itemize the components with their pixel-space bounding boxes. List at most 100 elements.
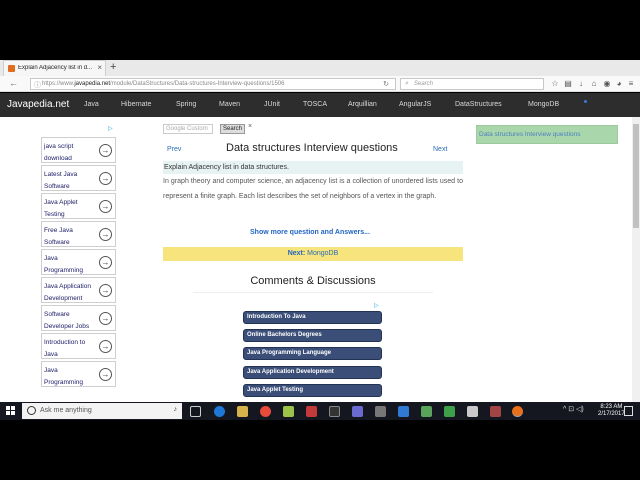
favicon-icon <box>8 65 15 72</box>
arrow-right-icon: → <box>99 256 112 269</box>
arrow-right-icon: → <box>99 340 112 353</box>
library-icon[interactable]: ▤ <box>563 79 573 89</box>
prev-link[interactable]: Prev <box>167 146 181 153</box>
pocket-icon[interactable]: ◉ <box>602 79 612 89</box>
next-topic-bar[interactable]: Next: MongoDB <box>163 247 463 261</box>
tab-close-icon[interactable]: × <box>97 63 102 72</box>
ad-link[interactable]: Introduction to Java → <box>41 333 116 359</box>
ad-pill[interactable]: Java Programming Language <box>243 347 382 360</box>
browser-tab[interactable]: Explain Adjacency list in d... × <box>3 60 106 76</box>
chrome-icon[interactable] <box>260 406 271 417</box>
comments-divider <box>193 292 433 293</box>
firefox-icon[interactable] <box>512 406 523 417</box>
site-logo[interactable]: Javapedia.net <box>7 99 69 110</box>
terminal-icon[interactable] <box>329 406 340 417</box>
sidebar-topic-link[interactable]: Data structures Interview questions <box>476 125 618 144</box>
file-explorer-icon[interactable] <box>237 406 248 417</box>
app-icon[interactable] <box>421 406 432 417</box>
sync-icon[interactable]: ◕ <box>614 79 624 89</box>
app-icon[interactable] <box>467 406 478 417</box>
app-icon[interactable] <box>444 406 455 417</box>
search-clear-icon[interactable]: × <box>248 123 252 130</box>
answer-text: In graph theory and computer science, an… <box>163 178 463 200</box>
url-bar[interactable]: ⓘ https://www.javapedia.net/module/DataS… <box>30 78 396 90</box>
visual-studio-icon[interactable] <box>398 406 409 417</box>
ad-pill[interactable]: Java Applet Testing <box>243 384 382 397</box>
question-heading: Explain Adjacency list in data structure… <box>163 161 463 174</box>
ad-pill[interactable]: Java Application Development <box>243 366 382 379</box>
browser-tabstrip: Explain Adjacency list in d... × + <box>0 60 640 76</box>
app-icon[interactable] <box>375 406 386 417</box>
ad-link-label: Free Java Software <box>44 227 73 246</box>
site-header: Javapedia.net Java Hibernate Spring Mave… <box>0 93 640 117</box>
taskbar: Ask me anything ♪ ^ ⊡ ◁) 8:23 AM 2/17/20… <box>0 402 640 420</box>
task-view-icon[interactable] <box>190 406 201 417</box>
taskbar-clock[interactable]: 8:23 AM 2/17/2017 <box>598 404 625 418</box>
page-title: Data structures Interview questions <box>226 142 398 154</box>
menu-item-datastructures[interactable]: DataStructures <box>455 101 502 108</box>
app-icon[interactable] <box>352 406 363 417</box>
menu-item-maven[interactable]: Maven <box>219 101 240 108</box>
star-icon[interactable]: ☆ <box>550 79 560 89</box>
clock-time: 8:23 AM <box>600 404 623 410</box>
ad-pill[interactable]: Online Bachelors Degrees <box>243 329 382 342</box>
notifications-icon[interactable] <box>624 406 633 416</box>
arrow-right-icon: → <box>99 368 112 381</box>
app-icon[interactable] <box>490 406 501 417</box>
search-icon: ⌕ <box>405 80 409 87</box>
site-search-input[interactable]: Google Custom <box>163 124 213 134</box>
ad-link[interactable]: Java Application Development → <box>41 277 116 303</box>
ad-link[interactable]: Free Java Software → <box>41 221 116 247</box>
browser-search-bar[interactable]: ⌕ Search <box>400 78 544 90</box>
menu-item-junit[interactable]: JUnit <box>264 101 280 108</box>
cortana-search-box[interactable]: Ask me anything ♪ <box>22 403 182 419</box>
new-tab-button[interactable]: + <box>110 61 116 73</box>
home-icon[interactable]: ⌂ <box>589 79 599 89</box>
ad-link[interactable]: Java Applet Testing → <box>41 193 116 219</box>
ad-link[interactable]: java script download → <box>41 137 116 163</box>
next-topic-link[interactable]: MongoDB <box>307 250 338 257</box>
ad-link-label: Introduction to Java <box>44 339 86 358</box>
scrollbar-thumb[interactable] <box>633 124 639 228</box>
app-icon[interactable] <box>283 406 294 417</box>
cortana-placeholder: Ask me anything <box>40 407 92 414</box>
ad-link[interactable]: Java Programming → <box>41 249 116 275</box>
ad-link[interactable]: Java Programming → <box>41 361 116 387</box>
next-link[interactable]: Next <box>433 146 447 153</box>
menu-item-hibernate[interactable]: Hibernate <box>121 101 151 108</box>
ad-link[interactable]: Latest Java Software → <box>41 165 116 191</box>
menu-item-tosca[interactable]: TOSCA <box>303 101 327 108</box>
ad-link[interactable]: Software Developer Jobs → <box>41 305 116 331</box>
menu-item-mongodb[interactable]: MongoDB <box>528 101 559 108</box>
site-info-icon[interactable]: ⓘ <box>34 80 41 90</box>
cortana-icon <box>27 406 36 415</box>
reload-icon[interactable]: ↻ <box>383 80 389 88</box>
download-icon[interactable]: ↓ <box>576 79 586 89</box>
ad-link-label: Java Programming <box>44 367 84 386</box>
ad-link-label: java script download <box>44 143 74 162</box>
page-scrollbar[interactable] <box>632 117 640 402</box>
ad-pill[interactable]: Introduction To Java <box>243 311 382 324</box>
site-search-button[interactable]: Search <box>220 124 245 134</box>
microphone-icon[interactable]: ♪ <box>174 406 178 413</box>
system-tray[interactable]: ^ ⊡ ◁) <box>563 405 584 413</box>
menu-item-spring[interactable]: Spring <box>176 101 196 108</box>
adchoices-icon[interactable]: ▷ <box>108 125 113 132</box>
edge-icon[interactable] <box>214 406 225 417</box>
windows-start-icon[interactable] <box>6 406 16 416</box>
menu-indicator <box>584 100 587 103</box>
back-button[interactable]: ← <box>9 78 18 88</box>
page-content: ▷ java script download → Latest Java Sof… <box>0 117 640 402</box>
arrow-right-icon: → <box>99 144 112 157</box>
show-more-link[interactable]: Show more question and Answers... <box>250 229 370 236</box>
menu-item-angularjs[interactable]: AngularJS <box>399 101 431 108</box>
menu-item-arquillian[interactable]: Arquillian <box>348 101 377 108</box>
clock-date: 2/17/2017 <box>598 411 625 417</box>
ad-link-label: Java Application Development <box>44 283 91 302</box>
menu-item-java[interactable]: Java <box>84 101 99 108</box>
menu-icon[interactable]: ≡ <box>626 79 636 89</box>
app-icon[interactable] <box>306 406 317 417</box>
browser-search-placeholder: Search <box>414 81 434 87</box>
ad-link-label: Latest Java Software <box>44 171 78 190</box>
adchoices-icon[interactable]: ▷ <box>374 302 379 309</box>
